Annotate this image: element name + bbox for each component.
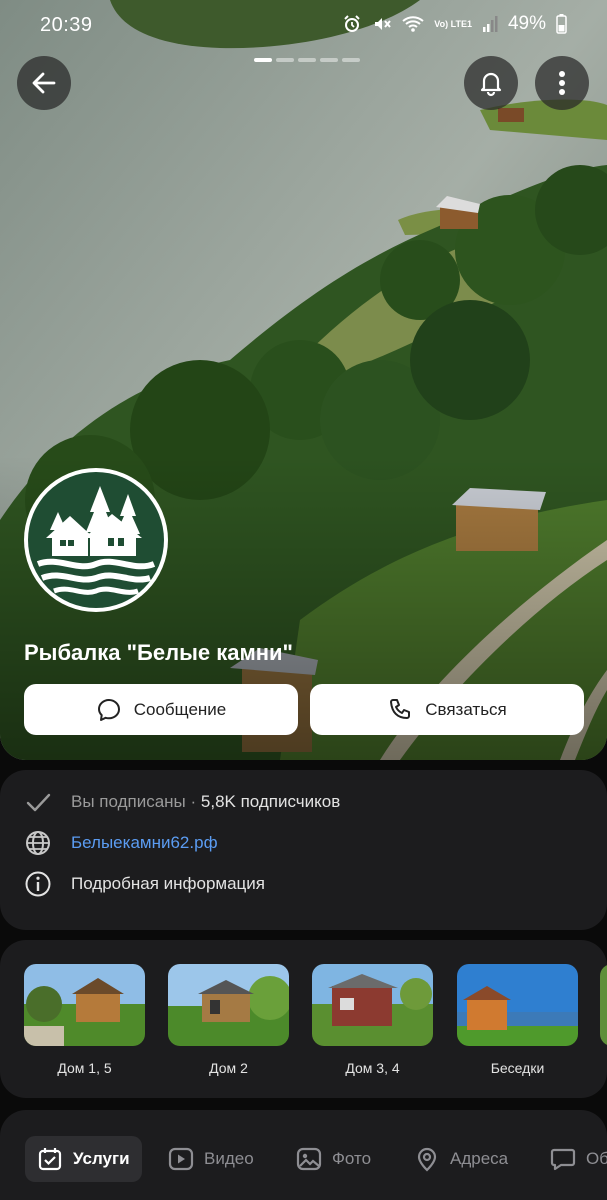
- globe-icon: [26, 831, 50, 855]
- message-button-label: Сообщение: [133, 699, 227, 719]
- tab-video[interactable]: Видео: [156, 1136, 266, 1182]
- arrow-left-icon: [32, 72, 56, 94]
- community-avatar[interactable]: [24, 468, 168, 612]
- community-title: Рыбалка "Белые камни": [24, 640, 293, 665]
- album-thumbnail: [312, 964, 433, 1046]
- house-logo-icon: [28, 472, 164, 608]
- album-item[interactable]: Беседки: [457, 964, 578, 1076]
- tab-about[interactable]: Об: [538, 1136, 607, 1182]
- contact-button-label: Связаться: [425, 699, 507, 719]
- info-separator: ·: [190, 792, 197, 811]
- location-pin-icon: [417, 1147, 437, 1172]
- album-item[interactable]: Дом 3, 4: [312, 964, 433, 1076]
- album-label: Дом 2: [209, 1060, 248, 1076]
- play-icon: [168, 1147, 194, 1171]
- subscription-row[interactable]: Вы подписаны · 5,8K подписчиков: [24, 788, 340, 816]
- battery-icon: [556, 14, 567, 34]
- bell-icon: [480, 72, 502, 97]
- status-icons: Vo) LTE1 49%: [342, 13, 567, 35]
- website-link[interactable]: Белыекамни62.рф: [71, 833, 218, 853]
- checkmark-icon: [26, 793, 51, 812]
- content-tabs: Услуги Видео Фото Адреса Об: [0, 1110, 607, 1200]
- wifi-icon: [402, 16, 424, 32]
- image-icon: [296, 1147, 322, 1171]
- tab-addresses[interactable]: Адреса: [402, 1136, 520, 1182]
- more-menu-button[interactable]: [535, 56, 589, 110]
- album-label: Беседки: [490, 1060, 545, 1076]
- tab-photo[interactable]: Фото: [284, 1136, 383, 1182]
- carousel-indicator: [254, 58, 360, 62]
- album-label: Дом 3, 4: [345, 1060, 400, 1076]
- tab-label: Услуги: [73, 1149, 130, 1168]
- album-item-partial[interactable]: [600, 964, 607, 1046]
- contact-button[interactable]: Связаться: [310, 684, 584, 735]
- battery-percent: 49%: [507, 13, 546, 34]
- website-row[interactable]: Белыекамни62.рф: [24, 829, 218, 857]
- chat-bubble-icon: [550, 1148, 576, 1171]
- album-label: Дом 1, 5: [57, 1060, 112, 1076]
- mute-icon: [375, 18, 392, 30]
- notifications-button[interactable]: [464, 56, 518, 110]
- albums-carousel: Дом 1, 5 Дом 2 Дом 3, 4 Беседки: [0, 940, 607, 1098]
- details-row[interactable]: Подробная информация: [24, 870, 265, 898]
- tab-label: Адреса: [450, 1149, 509, 1168]
- status-time: 20:39: [40, 14, 93, 36]
- signal-icon: [482, 16, 498, 32]
- album-thumbnail: [457, 964, 578, 1046]
- cover-image: 20:39 Vo) LTE1 49% Рыбалка "Белые камни"…: [0, 0, 607, 760]
- chat-bubble-icon: [97, 698, 120, 721]
- album-thumbnail: [24, 964, 145, 1046]
- album-thumbnail: [168, 964, 289, 1046]
- network-type: Vo) LTE1: [434, 18, 472, 29]
- message-button[interactable]: Сообщение: [24, 684, 298, 735]
- tab-label: Об: [586, 1149, 607, 1168]
- info-panel: Вы подписаны · 5,8K подписчиков Белыекам…: [0, 770, 607, 930]
- back-button[interactable]: [17, 56, 71, 110]
- status-bar: 20:39 Vo) LTE1 49%: [0, 0, 607, 52]
- subscribers-count: 5,8K подписчиков: [200, 792, 341, 811]
- info-icon: [25, 871, 51, 897]
- subscribed-label: Вы подписаны: [71, 792, 186, 811]
- alarm-icon: [344, 15, 361, 32]
- tab-label: Видео: [204, 1149, 254, 1168]
- tab-label: Фото: [332, 1149, 372, 1168]
- album-item[interactable]: Дом 1, 5: [24, 964, 145, 1076]
- album-item[interactable]: Дом 2: [168, 964, 289, 1076]
- phone-icon: [390, 698, 411, 719]
- more-vertical-icon: [559, 71, 565, 95]
- tab-services[interactable]: Услуги: [25, 1136, 142, 1182]
- calendar-check-icon: [38, 1148, 62, 1171]
- details-label: Подробная информация: [71, 874, 265, 893]
